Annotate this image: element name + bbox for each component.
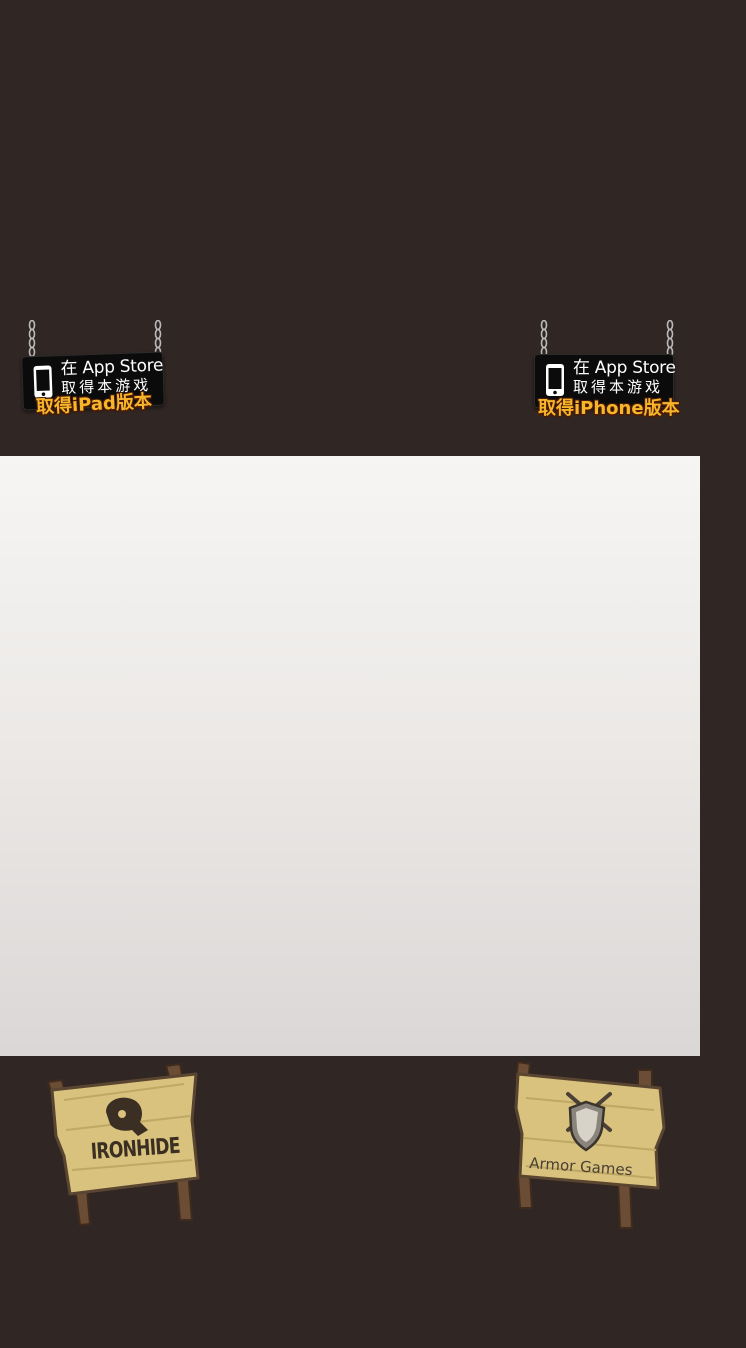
badge-caption: 取得iPad版本 [35, 390, 153, 419]
wooden-sign-icon [514, 1060, 666, 1229]
page: { "colors": { "page_background": "#30262… [0, 0, 746, 1348]
badge-line-app-store: 在 App Store [573, 358, 676, 378]
iphone-app-store-badge[interactable]: 在 App Store 取得本游戏 取得iPhone版本 [532, 320, 682, 430]
armor-games-signpost-link[interactable]: Armor Games [510, 1058, 670, 1233]
phone-icon [546, 364, 564, 396]
chain-icon [540, 320, 548, 358]
chain-icon [28, 320, 36, 358]
badge-caption: 取得iPhone版本 [538, 398, 680, 419]
phone-icon [33, 365, 53, 398]
chain-icon [666, 320, 674, 358]
ipad-app-store-badge[interactable]: 在 App Store 取得本游戏 取得iPad版本 [20, 320, 170, 430]
ironhide-signpost-link[interactable]: IRONHIDE [44, 1060, 204, 1235]
badge-line-get-game: 取得本游戏 [573, 378, 664, 396]
game-area[interactable] [0, 456, 700, 1056]
